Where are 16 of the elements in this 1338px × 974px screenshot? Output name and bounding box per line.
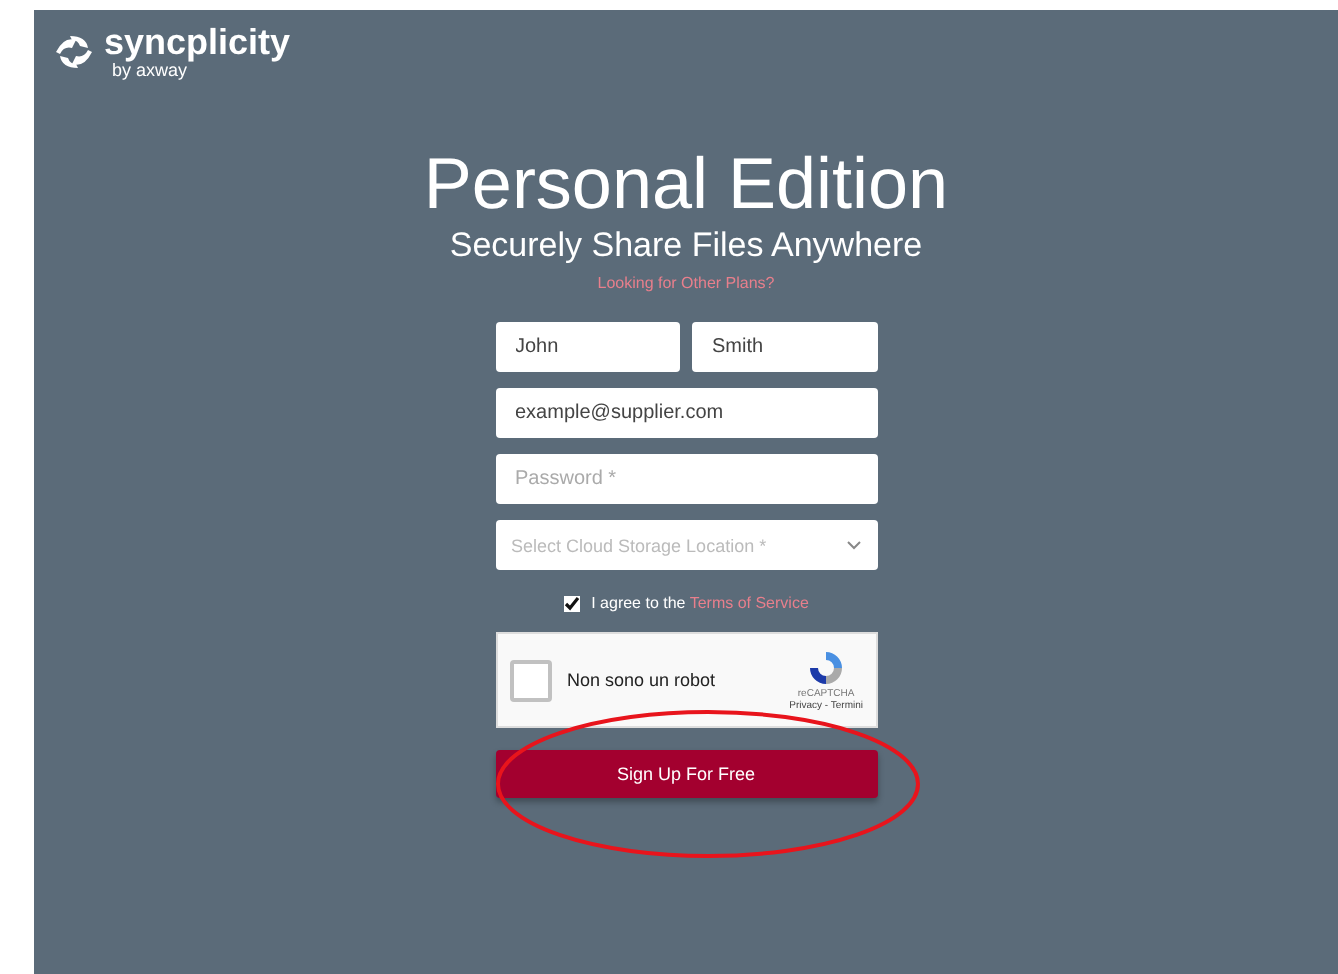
sign-up-button[interactable]: Sign Up For Free: [495, 750, 877, 798]
captcha-label: Non sono un robot: [567, 670, 716, 690]
terms-label: I agree to the Terms of Service: [591, 594, 809, 612]
captcha-checkbox[interactable]: [509, 659, 551, 701]
page-subtitle: Securely Share Files Anywhere: [449, 224, 923, 268]
password-field[interactable]: Password *: [495, 454, 877, 504]
recaptcha-icon: [806, 648, 847, 688]
brand-byline: by axway: [112, 60, 188, 80]
chevron-down-icon: [845, 540, 861, 550]
last-name-field[interactable]: Smith: [692, 322, 877, 372]
terms-checkbox[interactable]: [563, 595, 580, 611]
page-title: Personal Edition: [423, 144, 949, 224]
logo-icon: [52, 32, 96, 72]
brand-name: syncplicity: [104, 24, 291, 60]
email-field[interactable]: example@supplier.com: [495, 388, 877, 438]
first-name-field[interactable]: John: [495, 322, 680, 372]
